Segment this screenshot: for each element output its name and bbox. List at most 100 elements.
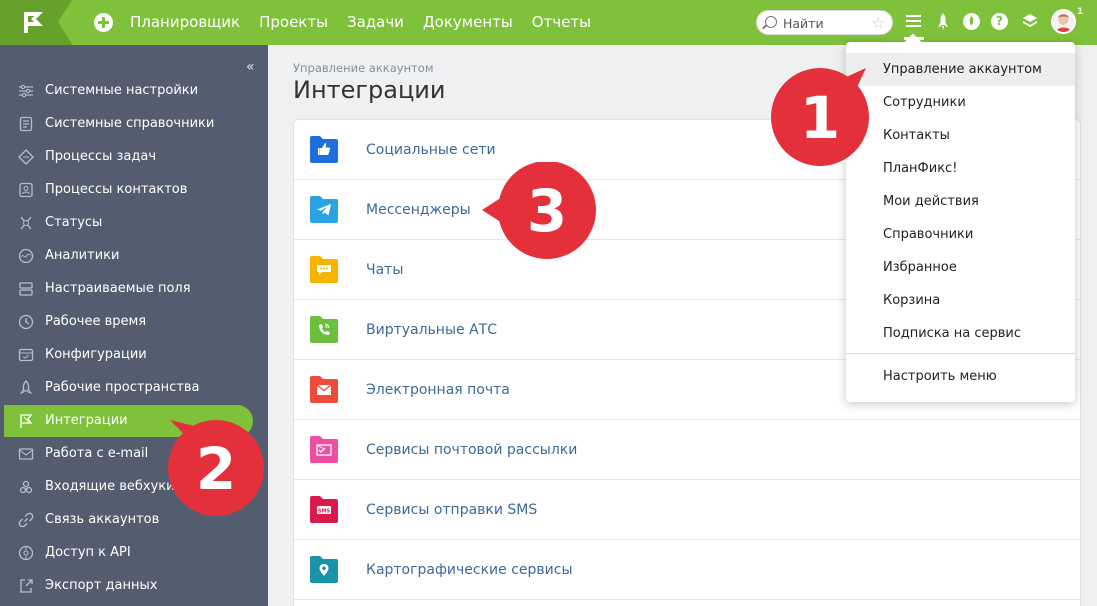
- collapse-sidebar-button[interactable]: «: [246, 59, 255, 75]
- layers-icon[interactable]: [1020, 12, 1040, 32]
- diamond-icon: [18, 149, 34, 165]
- marker-2: 2: [168, 420, 264, 516]
- sidebar-item[interactable]: Рабочее время: [0, 306, 268, 338]
- menu-icon[interactable]: [904, 12, 924, 32]
- export-icon: [20, 579, 33, 593]
- book-icon: [19, 116, 33, 132]
- sidebar-item-label: Процессы задач: [45, 149, 157, 164]
- svg-text:SMS: SMS: [318, 508, 331, 514]
- menu-divider: [846, 353, 1075, 354]
- menu-item-label: Справочники: [883, 227, 974, 242]
- sidebar: « Системные настройки Системные справочни…: [0, 45, 268, 606]
- menu-item-label: Контакты: [883, 128, 950, 143]
- nav-item-documents[interactable]: Документы: [423, 12, 513, 32]
- integration-flag-icon: [20, 414, 33, 428]
- newsletter-icon: [310, 436, 338, 463]
- nav-item-reports[interactable]: Отчеты: [532, 12, 591, 32]
- search-icon: [765, 16, 777, 28]
- main-nav: Планировщик Проекты Задачи Документы Отч…: [130, 12, 591, 32]
- integration-link[interactable]: Электронная почта: [366, 380, 510, 400]
- integration-link[interactable]: Социальные сети: [366, 140, 496, 160]
- status-icon: [20, 216, 32, 230]
- analytics-icon: [18, 248, 34, 264]
- sms-icon: SMS: [310, 496, 338, 523]
- integration-link[interactable]: Картографические сервисы: [366, 560, 573, 580]
- search-input[interactable]: [783, 14, 863, 32]
- sidebar-item-label: Рабочие пространства: [45, 380, 200, 395]
- mail-icon: [18, 448, 34, 460]
- menu-item-label: ПланФикс!: [883, 161, 958, 176]
- sidebar-item[interactable]: Настраиваемые поля: [0, 273, 268, 305]
- marker-3-label: 3: [527, 177, 567, 245]
- sidebar-item[interactable]: Системные справочники: [0, 108, 268, 140]
- sidebar-item[interactable]: Процессы контактов: [0, 174, 268, 206]
- nav-item-planner[interactable]: Планировщик: [130, 12, 240, 32]
- rocket-icon[interactable]: [933, 12, 953, 32]
- sidebar-item[interactable]: Конфигурации: [0, 339, 268, 371]
- sidebar-item[interactable]: Доступ к API: [0, 537, 268, 569]
- sidebar-item-label: Настраиваемые поля: [45, 281, 191, 296]
- sidebar-item[interactable]: Статусы: [0, 207, 268, 239]
- marker-2-label: 2: [196, 435, 236, 503]
- menu-item[interactable]: Избранное: [846, 251, 1075, 284]
- sidebar-item[interactable]: Процессы задач: [0, 141, 268, 173]
- rocket-icon: [19, 380, 33, 394]
- sidebar-item-label: Системные справочники: [45, 116, 215, 131]
- sidebar-item-label: Экспорт данных: [45, 578, 158, 593]
- sliders-icon: [19, 84, 33, 98]
- marker-3: 3: [482, 162, 596, 259]
- leaf-icon[interactable]: [963, 13, 980, 30]
- phone-icon: [310, 316, 338, 343]
- config-icon: [18, 348, 34, 362]
- fields-icon: [19, 282, 33, 296]
- api-icon: [18, 545, 34, 561]
- sidebar-item[interactable]: Аналитики: [0, 240, 268, 272]
- sidebar-item-label: Системные настройки: [45, 83, 199, 98]
- sidebar-item[interactable]: Рабочие пространства: [0, 372, 268, 404]
- integration-link[interactable]: Мессенджеры: [366, 200, 471, 220]
- help-icon[interactable]: ?: [991, 13, 1008, 30]
- sidebar-item-label: Входящие вебхуки: [45, 479, 175, 494]
- avatar[interactable]: [1051, 9, 1076, 34]
- add-icon[interactable]: [94, 13, 113, 32]
- integration-link[interactable]: Сервисы почтовой рассылки: [366, 440, 577, 460]
- integration-link[interactable]: Сервисы отправки SMS: [366, 500, 537, 520]
- logo-notch: [58, 0, 72, 44]
- nav-item-tasks[interactable]: Задачи: [347, 12, 404, 32]
- clock-icon: [18, 314, 34, 330]
- menu-item-label: Управление аккаунтом: [883, 62, 1042, 77]
- link-icon: [18, 512, 34, 528]
- menu-item-label: Избранное: [883, 260, 957, 275]
- integration-row[interactable]: Картографические сервисы: [294, 540, 1080, 600]
- envelope-icon: [310, 376, 338, 403]
- nav-item-projects[interactable]: Проекты: [259, 12, 328, 32]
- marker-1-label: 1: [800, 84, 840, 152]
- flag-logo-icon: [24, 12, 43, 33]
- chat-bubble-icon: [310, 256, 338, 283]
- integration-row[interactable]: Сервисы почтовой рассылки: [294, 420, 1080, 480]
- page-title: Интеграции: [293, 76, 446, 104]
- star-icon[interactable]: ☆: [872, 13, 885, 33]
- sidebar-item-label: Доступ к API: [45, 545, 131, 560]
- sidebar-item[interactable]: Системные настройки: [0, 75, 268, 107]
- webhook-icon: [19, 480, 33, 494]
- breadcrumb[interactable]: Управление аккаунтом: [293, 61, 434, 75]
- sidebar-item-label: Рабочее время: [45, 314, 147, 329]
- thumbs-up-icon: [310, 136, 338, 163]
- integration-row[interactable]: SMS Сервисы отправки SMS: [294, 480, 1080, 540]
- menu-item[interactable]: Мои действия: [846, 185, 1075, 218]
- sidebar-item[interactable]: Экспорт данных: [0, 570, 268, 602]
- menu-item-label: Сотрудники: [883, 95, 966, 110]
- menu-item-label: Подписка на сервис: [883, 326, 1022, 341]
- integration-link[interactable]: Виртуальные АТС: [366, 320, 497, 340]
- sidebar-item-label: Конфигурации: [45, 347, 147, 362]
- menu-item-configure[interactable]: Настроить меню: [846, 360, 1075, 393]
- menu-item[interactable]: Справочники: [846, 218, 1075, 251]
- search-box: ☆: [756, 10, 893, 35]
- map-pin-icon: [310, 556, 338, 583]
- menu-item[interactable]: Подписка на сервис: [846, 317, 1075, 350]
- marker-1: 1: [771, 68, 869, 166]
- menu-item[interactable]: Корзина: [846, 284, 1075, 317]
- top-bar: Планировщик Проекты Задачи Документы Отч…: [0, 0, 1097, 45]
- integration-link[interactable]: Чаты: [366, 260, 403, 280]
